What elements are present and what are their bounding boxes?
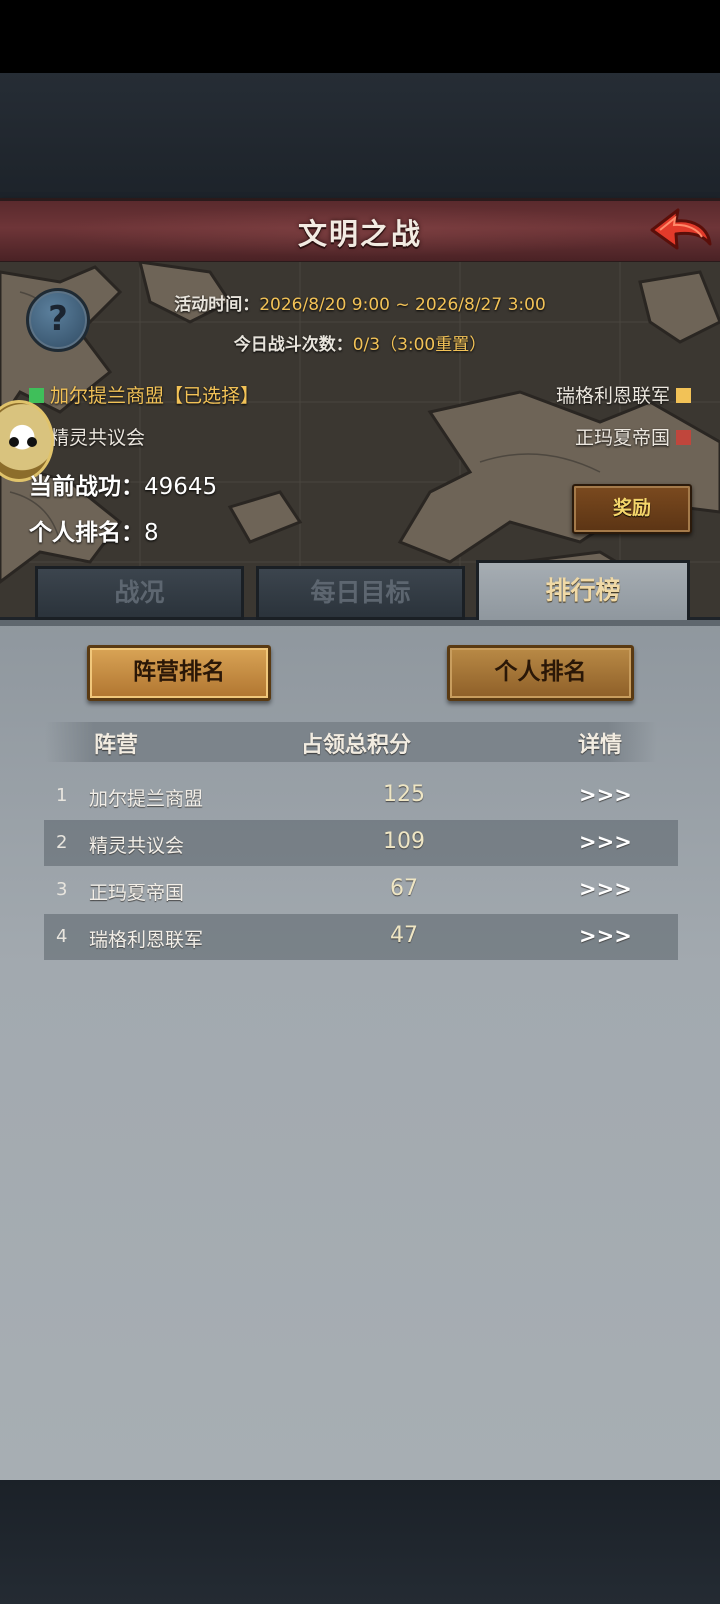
header-camp: 阵营	[94, 733, 139, 758]
row-detail-link[interactable]: >>>	[579, 783, 632, 807]
header-score: 占领总积分	[301, 733, 412, 758]
personal-rank: 个人排名：8	[29, 520, 159, 546]
personal-ranking-button[interactable]: 个人排名	[447, 645, 634, 701]
header-detail: 详情	[578, 733, 623, 758]
faction-green: 加尔提兰商盟【已选择】	[29, 381, 259, 408]
table-row: 2 精灵共议会 109 >>>	[44, 820, 678, 866]
table-row: 3 正玛夏帝国 67 >>>	[44, 867, 678, 913]
camp-ranking-button[interactable]: 阵营排名	[87, 645, 271, 701]
row-rank: 2	[56, 832, 68, 853]
row-detail-link[interactable]: >>>	[579, 877, 632, 901]
row-detail-link[interactable]: >>>	[579, 830, 632, 854]
row-camp: 加尔提兰商盟	[89, 788, 204, 810]
row-rank: 4	[56, 926, 68, 947]
row-camp: 精灵共议会	[89, 835, 185, 857]
current-merit: 当前战功：49645	[29, 474, 218, 500]
reward-button[interactable]: 奖励	[572, 484, 692, 534]
table-row: 4 瑞格利恩联军 47 >>>	[44, 914, 678, 960]
title-bar: 文明之战	[0, 198, 720, 265]
row-camp: 正玛夏帝国	[89, 882, 185, 904]
tab-leaderboard[interactable]: 排行榜	[476, 560, 690, 623]
tab-daily-goals[interactable]: 每日目标	[256, 566, 465, 620]
event-time: 活动时间：2026/8/20 9:00 ~ 2026/8/27 3:00	[174, 295, 546, 315]
row-rank: 3	[56, 879, 68, 900]
page-title: 文明之战	[297, 217, 422, 251]
row-score: 109	[383, 829, 425, 854]
tab-battle-status[interactable]: 战况	[35, 566, 244, 620]
frame-top	[0, 73, 720, 199]
row-score: 125	[383, 782, 425, 807]
battle-count: 今日战斗次数：0/3（3:00重置）	[233, 335, 487, 355]
faction-red: 正玛夏帝国	[575, 423, 691, 450]
status-bar	[0, 0, 720, 73]
row-score: 47	[390, 923, 418, 948]
red-square-icon	[676, 430, 691, 445]
faction-yellow: 瑞格利恩联军	[556, 381, 691, 408]
row-detail-link[interactable]: >>>	[579, 924, 632, 948]
tab-bar: 战况 每日目标 排行榜	[0, 560, 720, 623]
row-score: 67	[390, 876, 418, 901]
row-camp: 瑞格利恩联军	[89, 929, 204, 951]
frame-bottom	[0, 1480, 720, 1604]
yellow-square-icon	[676, 388, 691, 403]
table-row: 1 加尔提兰商盟 125 >>>	[44, 773, 678, 819]
row-rank: 1	[56, 785, 68, 806]
green-square-icon	[29, 388, 44, 403]
back-arrow-icon[interactable]	[646, 204, 714, 260]
